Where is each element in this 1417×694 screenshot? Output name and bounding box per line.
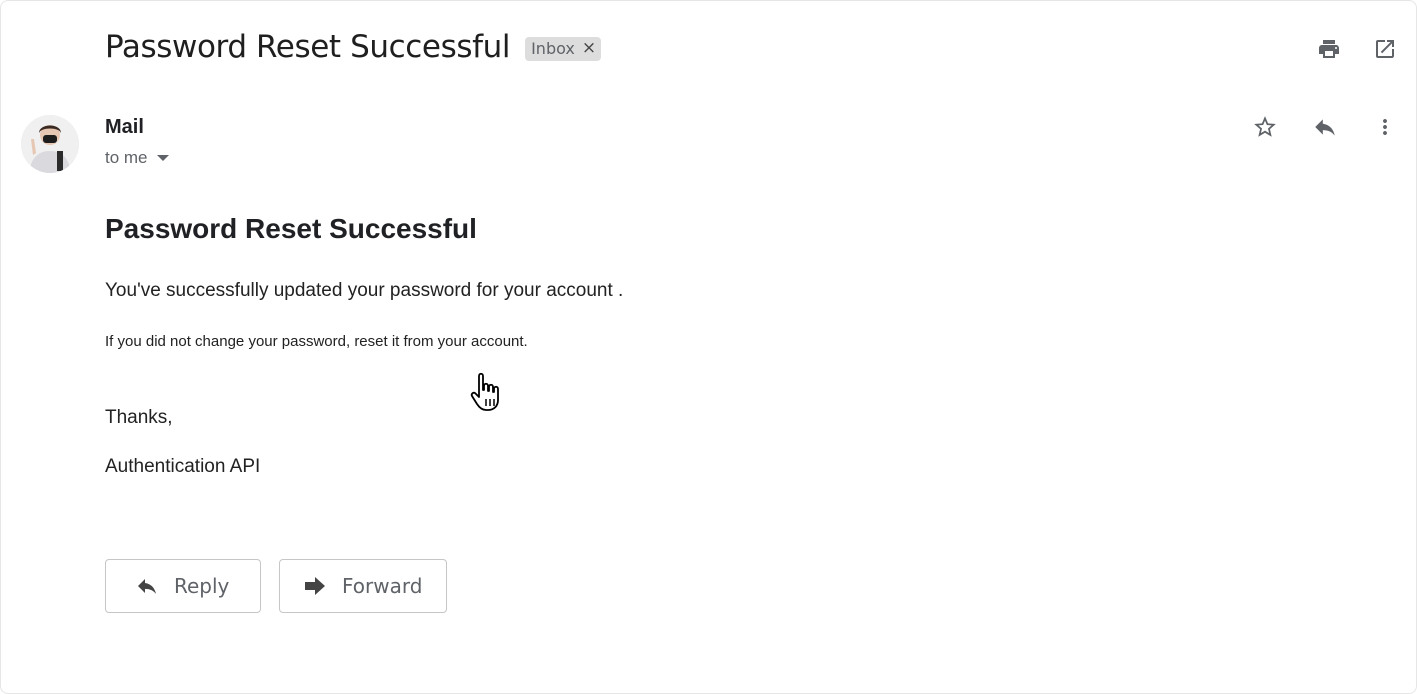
- label-chip-text: Inbox: [531, 38, 575, 58]
- more-vertical-icon: [1383, 119, 1387, 135]
- subject-row: Password Reset Successful Inbox ×: [105, 29, 602, 65]
- forward-button[interactable]: Forward: [279, 559, 447, 613]
- message-closing: Thanks,: [105, 407, 173, 428]
- inbox-label-chip[interactable]: Inbox ×: [525, 36, 602, 61]
- reply-button[interactable]: Reply: [105, 559, 261, 613]
- forward-icon: [305, 577, 325, 595]
- sender-name: Mail: [105, 116, 144, 138]
- recipient-details-toggle[interactable]: to me: [105, 148, 169, 168]
- remove-label-icon[interactable]: ×: [582, 40, 596, 57]
- reply-icon: [1315, 119, 1335, 136]
- star-outline-icon: [1254, 116, 1276, 137]
- caret-down-icon: [156, 155, 169, 161]
- print-button[interactable]: [1316, 35, 1342, 63]
- reply-icon: [138, 579, 156, 594]
- message-line-secondary: If you did not change your password, res…: [105, 333, 528, 350]
- open-in-new-window-icon: [1376, 40, 1394, 58]
- reply-icon-button[interactable]: [1312, 113, 1338, 141]
- star-button[interactable]: [1252, 113, 1278, 141]
- open-in-new-window-button[interactable]: [1372, 35, 1398, 63]
- email-view: Password Reset Successful Inbox × Mail t…: [0, 0, 1417, 694]
- recipient-summary: to me: [105, 148, 148, 167]
- reply-button-label: Reply: [174, 574, 230, 598]
- more-options-button[interactable]: [1372, 113, 1398, 141]
- message-signature: Authentication API: [105, 456, 261, 477]
- thread-actions: [1316, 35, 1398, 63]
- message-line-primary: You've successfully updated your passwor…: [105, 280, 624, 301]
- message-actions: [1252, 113, 1398, 141]
- email-subject: Password Reset Successful: [105, 29, 511, 65]
- forward-button-label: Forward: [342, 574, 423, 598]
- printer-icon: [1319, 40, 1339, 58]
- hand-pointer-cursor-icon: [470, 372, 499, 411]
- sender-avatar[interactable]: [21, 115, 79, 173]
- message-heading: Password Reset Successful: [105, 213, 477, 244]
